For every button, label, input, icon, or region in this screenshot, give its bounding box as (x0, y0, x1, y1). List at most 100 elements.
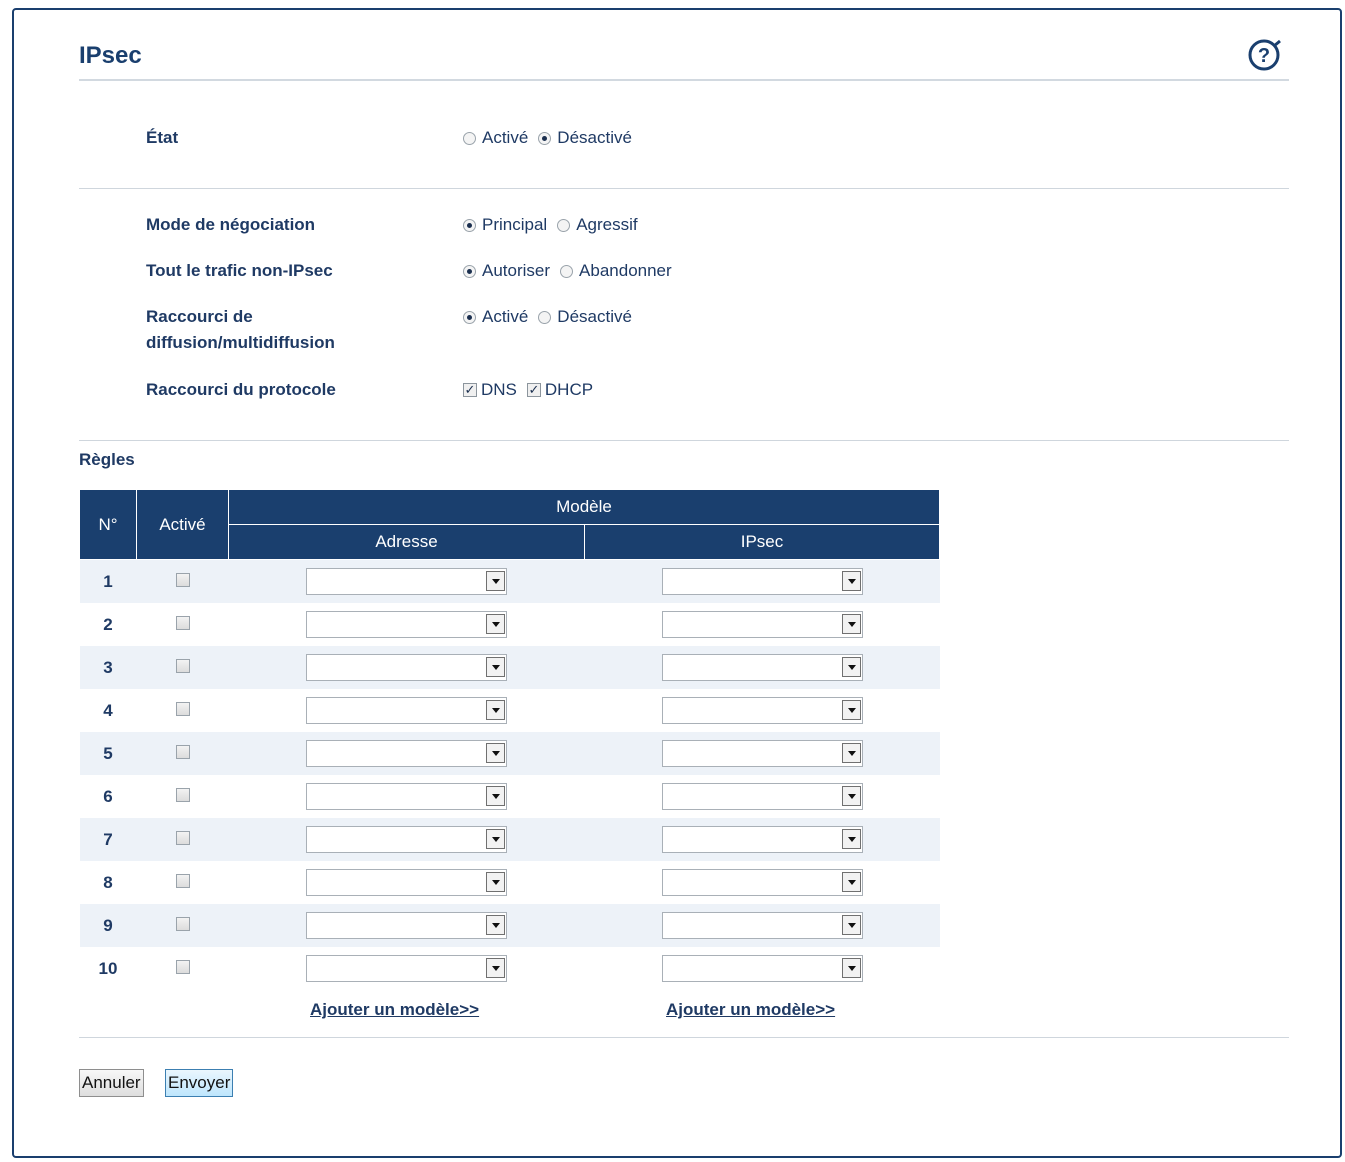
address-template-select[interactable] (306, 697, 507, 724)
traffic-allow-label: Autoriser (482, 261, 551, 280)
chevron-down-icon[interactable] (841, 571, 861, 591)
broadcast-enabled-radio[interactable] (463, 310, 476, 324)
ipsec-template-select[interactable] (661, 697, 863, 724)
chevron-down-icon[interactable] (486, 743, 505, 763)
row-number: 4 (79, 689, 137, 732)
row-address-cell (228, 775, 585, 818)
chevron-down-icon[interactable] (486, 915, 505, 935)
row-enabled-checkbox[interactable] (175, 744, 190, 759)
ipsec-template-select[interactable] (661, 869, 863, 896)
address-template-select[interactable] (306, 955, 507, 982)
row-enabled-cell (136, 947, 229, 990)
chevron-down-icon[interactable] (841, 743, 861, 763)
chevron-down-icon[interactable] (841, 614, 861, 634)
chevron-down-icon[interactable] (486, 958, 505, 978)
row-enabled-checkbox[interactable] (175, 572, 190, 587)
address-template-select[interactable] (306, 654, 507, 681)
chevron-down-icon[interactable] (486, 786, 505, 806)
ipsec-template-select[interactable] (661, 654, 863, 681)
broadcast-disabled-option[interactable]: Désactivé (538, 305, 632, 329)
ipsec-template-select[interactable] (661, 568, 863, 595)
add-ipsec-template-link[interactable]: Ajouter un modèle>> (666, 1000, 835, 1020)
status-enabled-radio[interactable] (463, 131, 476, 145)
ipsec-template-select[interactable] (661, 955, 863, 982)
row-address-cell (228, 646, 585, 689)
row-enabled-checkbox[interactable] (175, 658, 190, 673)
chevron-down-icon[interactable] (486, 657, 505, 677)
chevron-down-icon[interactable] (841, 700, 861, 720)
negotiation-main-option[interactable]: Principal (463, 213, 547, 237)
row-ipsec-cell (584, 689, 940, 732)
status-disabled-radio[interactable] (538, 131, 552, 145)
row-enabled-checkbox[interactable] (175, 615, 190, 630)
col-template-header: Modèle (228, 489, 940, 525)
chevron-down-icon[interactable] (841, 872, 861, 892)
negotiation-aggressive-radio[interactable] (557, 218, 571, 232)
broadcast-label-line1: Raccourci de (146, 307, 253, 326)
cancel-button[interactable]: Annuler (79, 1069, 144, 1097)
chevron-down-icon[interactable] (841, 829, 861, 849)
chevron-down-icon[interactable] (841, 657, 861, 677)
status-options: Activé Désactivé (463, 126, 642, 150)
ipsec-template-select[interactable] (661, 611, 863, 638)
row-address-cell (228, 861, 585, 904)
row-ipsec-cell (584, 947, 940, 990)
chevron-down-icon[interactable] (486, 872, 505, 892)
ipsec-template-select[interactable] (661, 740, 863, 767)
chevron-down-icon[interactable] (841, 915, 861, 935)
negotiation-main-label: Principal (482, 215, 548, 234)
chevron-down-icon[interactable] (841, 786, 861, 806)
row-enabled-checkbox[interactable] (175, 916, 190, 931)
address-template-select[interactable] (306, 568, 507, 595)
rules-table: N° Activé Modèle Adresse IPsec 1 2 3 4 5… (79, 489, 940, 990)
negotiation-aggressive-option[interactable]: Agressif (557, 213, 638, 237)
traffic-drop-radio[interactable] (560, 264, 574, 278)
broadcast-disabled-radio[interactable] (538, 310, 552, 324)
submit-button[interactable]: Envoyer (165, 1069, 234, 1097)
address-template-select[interactable] (306, 869, 507, 896)
row-enabled-checkbox[interactable] (175, 959, 190, 974)
row-enabled-checkbox[interactable] (175, 701, 190, 716)
row-number: 9 (79, 904, 137, 947)
traffic-allow-option[interactable]: Autoriser (463, 259, 550, 283)
row-enabled-cell (136, 818, 229, 861)
negotiation-aggressive-label: Agressif (576, 215, 638, 234)
ipsec-template-select[interactable] (661, 912, 863, 939)
chevron-down-icon[interactable] (486, 614, 505, 634)
add-address-template-link[interactable]: Ajouter un modèle>> (310, 1000, 479, 1020)
status-enabled-option[interactable]: Activé (463, 126, 528, 150)
row-ipsec-cell (584, 904, 940, 947)
broadcast-options: Activé Désactivé (463, 305, 642, 329)
traffic-options: Autoriser Abandonner (463, 259, 682, 283)
help-icon[interactable]: ? (1244, 38, 1284, 74)
table-row: 7 (79, 818, 940, 861)
ipsec-template-select[interactable] (661, 783, 863, 810)
traffic-drop-option[interactable]: Abandonner (560, 259, 672, 283)
section-divider (79, 188, 1289, 189)
chevron-down-icon[interactable] (486, 829, 505, 849)
protocol-dns-option[interactable]: ✓ DNS (463, 378, 517, 402)
status-disabled-option[interactable]: Désactivé (538, 126, 632, 150)
ipsec-template-select[interactable] (661, 826, 863, 853)
section-divider (79, 1037, 1289, 1038)
row-enabled-checkbox[interactable] (175, 787, 190, 802)
protocol-dhcp-option[interactable]: ✓ DHCP (526, 378, 593, 402)
protocol-dns-checkbox[interactable]: ✓ (463, 383, 477, 397)
address-template-select[interactable] (306, 611, 507, 638)
chevron-down-icon[interactable] (486, 571, 505, 591)
traffic-allow-radio[interactable] (463, 264, 476, 278)
chevron-down-icon[interactable] (841, 958, 861, 978)
address-template-select[interactable] (306, 740, 507, 767)
address-template-select[interactable] (306, 783, 507, 810)
row-enabled-checkbox[interactable] (175, 873, 190, 888)
section-divider (79, 440, 1289, 441)
negotiation-main-radio[interactable] (463, 218, 476, 232)
chevron-down-icon[interactable] (486, 700, 505, 720)
address-template-select[interactable] (306, 912, 507, 939)
broadcast-enabled-option[interactable]: Activé (463, 305, 528, 329)
broadcast-label-line2: diffusion/multidiffusion (146, 333, 335, 352)
protocol-dhcp-checkbox[interactable]: ✓ (526, 383, 541, 397)
row-enabled-checkbox[interactable] (175, 830, 190, 845)
row-address-cell (228, 732, 585, 775)
address-template-select[interactable] (306, 826, 507, 853)
